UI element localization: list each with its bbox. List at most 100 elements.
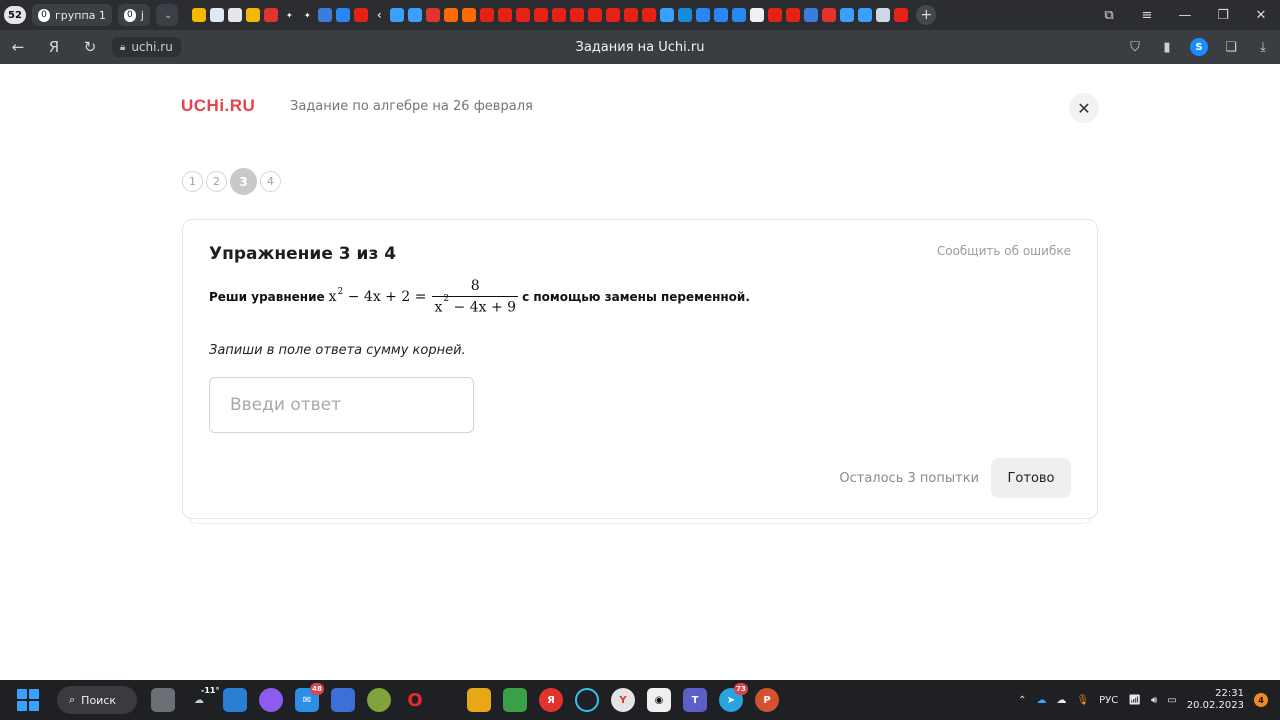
yandex-icon[interactable]: Я — [539, 688, 563, 712]
volume-icon[interactable]: 🔊︎ — [1151, 695, 1157, 706]
app-icon[interactable] — [503, 688, 527, 712]
tab-favicon[interactable] — [228, 8, 243, 22]
chevron-up-icon[interactable]: ⌃ — [1018, 695, 1026, 706]
submit-button[interactable]: Готово — [991, 458, 1071, 498]
tab-favicon[interactable] — [264, 8, 279, 22]
youtube-icon[interactable] — [786, 8, 801, 22]
youtube-icon[interactable] — [624, 8, 639, 22]
mail-icon[interactable]: ✉ 48 — [295, 683, 324, 712]
heart-icon[interactable] — [822, 8, 837, 22]
store-icon[interactable] — [223, 688, 247, 712]
tab-favicon[interactable] — [210, 8, 225, 22]
clock[interactable]: 22:31 20.02.2023 — [1187, 688, 1244, 712]
app-icon[interactable] — [367, 688, 391, 712]
step-1[interactable]: 1 — [182, 171, 203, 192]
language-indicator[interactable]: РУС — [1099, 695, 1118, 706]
extensions-icon[interactable]: ❏ — [1222, 38, 1240, 56]
shazam-extension-icon[interactable]: S — [1190, 38, 1208, 56]
tab-favicon[interactable] — [408, 8, 423, 22]
youtube-icon[interactable] — [768, 8, 783, 22]
youtube-icon[interactable] — [606, 8, 621, 22]
app-icon[interactable] — [331, 688, 355, 712]
sparkle-icon[interactable]: ✦ — [282, 8, 297, 22]
file-explorer-icon[interactable] — [467, 688, 491, 712]
tab-group-2[interactable]: 0 j — [117, 4, 150, 26]
url-field[interactable]: 🔒︎ uchi.ru — [112, 37, 181, 57]
youtube-icon[interactable] — [588, 8, 603, 22]
tab-favicon[interactable] — [318, 8, 333, 22]
alice-icon[interactable] — [259, 688, 283, 712]
tab-favicon[interactable] — [804, 8, 819, 22]
equation: x2 − 4x + 2 = 8 x2 − 4x + 9 — [329, 278, 519, 316]
notification-badge[interactable]: 4 — [1254, 693, 1268, 707]
shield-icon[interactable] — [750, 8, 765, 22]
tab-favicon[interactable] — [678, 8, 693, 22]
active-tab-favicon[interactable] — [876, 8, 891, 22]
telegram-icon[interactable]: ➤ 73 — [719, 683, 748, 712]
minimize-button[interactable]: — — [1166, 0, 1204, 30]
chevron-left-icon[interactable]: ‹ — [372, 8, 387, 22]
app-icon[interactable] — [575, 688, 599, 712]
step-3-current[interactable]: 3 — [230, 168, 257, 195]
youtube-icon[interactable] — [642, 8, 657, 22]
vk-icon[interactable] — [336, 8, 351, 22]
vk-icon[interactable] — [696, 8, 711, 22]
tab-favicon[interactable] — [660, 8, 675, 22]
cloud-icon[interactable]: ☁ — [1056, 695, 1066, 706]
windows-start-icon[interactable] — [17, 689, 39, 711]
vk-icon[interactable] — [714, 8, 729, 22]
tab-favicon[interactable] — [246, 8, 261, 22]
step-2[interactable]: 2 — [206, 171, 227, 192]
tab-count-badge[interactable]: 52 — [4, 6, 26, 24]
battery-icon[interactable]: ▭ — [1167, 695, 1176, 706]
reload-icon[interactable]: ↻ — [72, 30, 108, 64]
tab-favicon[interactable] — [192, 8, 207, 22]
taskbar-search[interactable]: ⌕ Поиск — [57, 686, 137, 714]
protect-icon[interactable]: ⛉ — [1126, 38, 1144, 56]
close-window-button[interactable]: ✕ — [1242, 0, 1280, 30]
tab-favicon[interactable] — [444, 8, 459, 22]
tab-groups-dropdown[interactable]: ⌄ — [155, 4, 179, 26]
close-button[interactable]: ✕ — [1069, 93, 1099, 123]
youtube-icon[interactable] — [570, 8, 585, 22]
bookmark-icon[interactable]: ▮ — [1158, 38, 1176, 56]
restore-button[interactable]: ❐ — [1204, 0, 1242, 30]
weather-icon[interactable]: ☁ -11° — [187, 686, 219, 712]
task-view-icon[interactable] — [151, 688, 175, 712]
menu-icon[interactable]: ≡ — [1128, 0, 1166, 30]
report-error-link[interactable]: Сообщить об ошибке — [937, 244, 1071, 258]
collections-icon[interactable]: ⧉ — [1090, 0, 1128, 30]
yandex-browser-icon[interactable]: Y — [611, 688, 635, 712]
youtube-icon[interactable] — [894, 8, 909, 22]
tab-group-1[interactable]: 0 группа 1 — [32, 4, 112, 26]
youtube-icon[interactable] — [480, 8, 495, 22]
tab-favicon[interactable] — [840, 8, 855, 22]
vk-icon[interactable] — [732, 8, 747, 22]
answer-input[interactable] — [209, 377, 474, 433]
youtube-icon[interactable] — [552, 8, 567, 22]
wifi-icon[interactable]: 📶︎ — [1128, 695, 1141, 706]
youtube-icon[interactable] — [354, 8, 369, 22]
new-tab-button[interactable]: + — [916, 5, 937, 25]
fraction-denominator: x2 − 4x + 9 — [432, 294, 519, 316]
uchi-logo[interactable]: UCHi.RU — [181, 96, 255, 116]
tab-favicon[interactable] — [390, 8, 405, 22]
sparkle-icon[interactable]: ✦ — [300, 8, 315, 22]
yandex-icon[interactable] — [426, 8, 441, 22]
back-arrow-icon[interactable]: ← — [0, 30, 36, 64]
download-icon[interactable]: ⤓ — [1254, 38, 1272, 56]
tab-favicon[interactable] — [858, 8, 873, 22]
microphone-icon[interactable]: 🎙︎ — [1076, 695, 1089, 706]
fraction-numerator: 8 — [470, 278, 480, 294]
gamepad-icon[interactable]: ◉ — [647, 688, 671, 712]
cloud-icon[interactable]: ☁ — [1036, 695, 1046, 706]
powerpoint-icon[interactable]: P — [755, 688, 779, 712]
youtube-icon[interactable] — [498, 8, 513, 22]
youtube-icon[interactable] — [516, 8, 531, 22]
teams-icon[interactable]: T — [683, 688, 707, 712]
step-4[interactable]: 4 — [260, 171, 281, 192]
yandex-home-icon[interactable]: Я — [36, 30, 72, 64]
tab-favicon[interactable] — [462, 8, 477, 22]
youtube-icon[interactable] — [534, 8, 549, 22]
opera-icon[interactable]: O — [403, 688, 427, 712]
